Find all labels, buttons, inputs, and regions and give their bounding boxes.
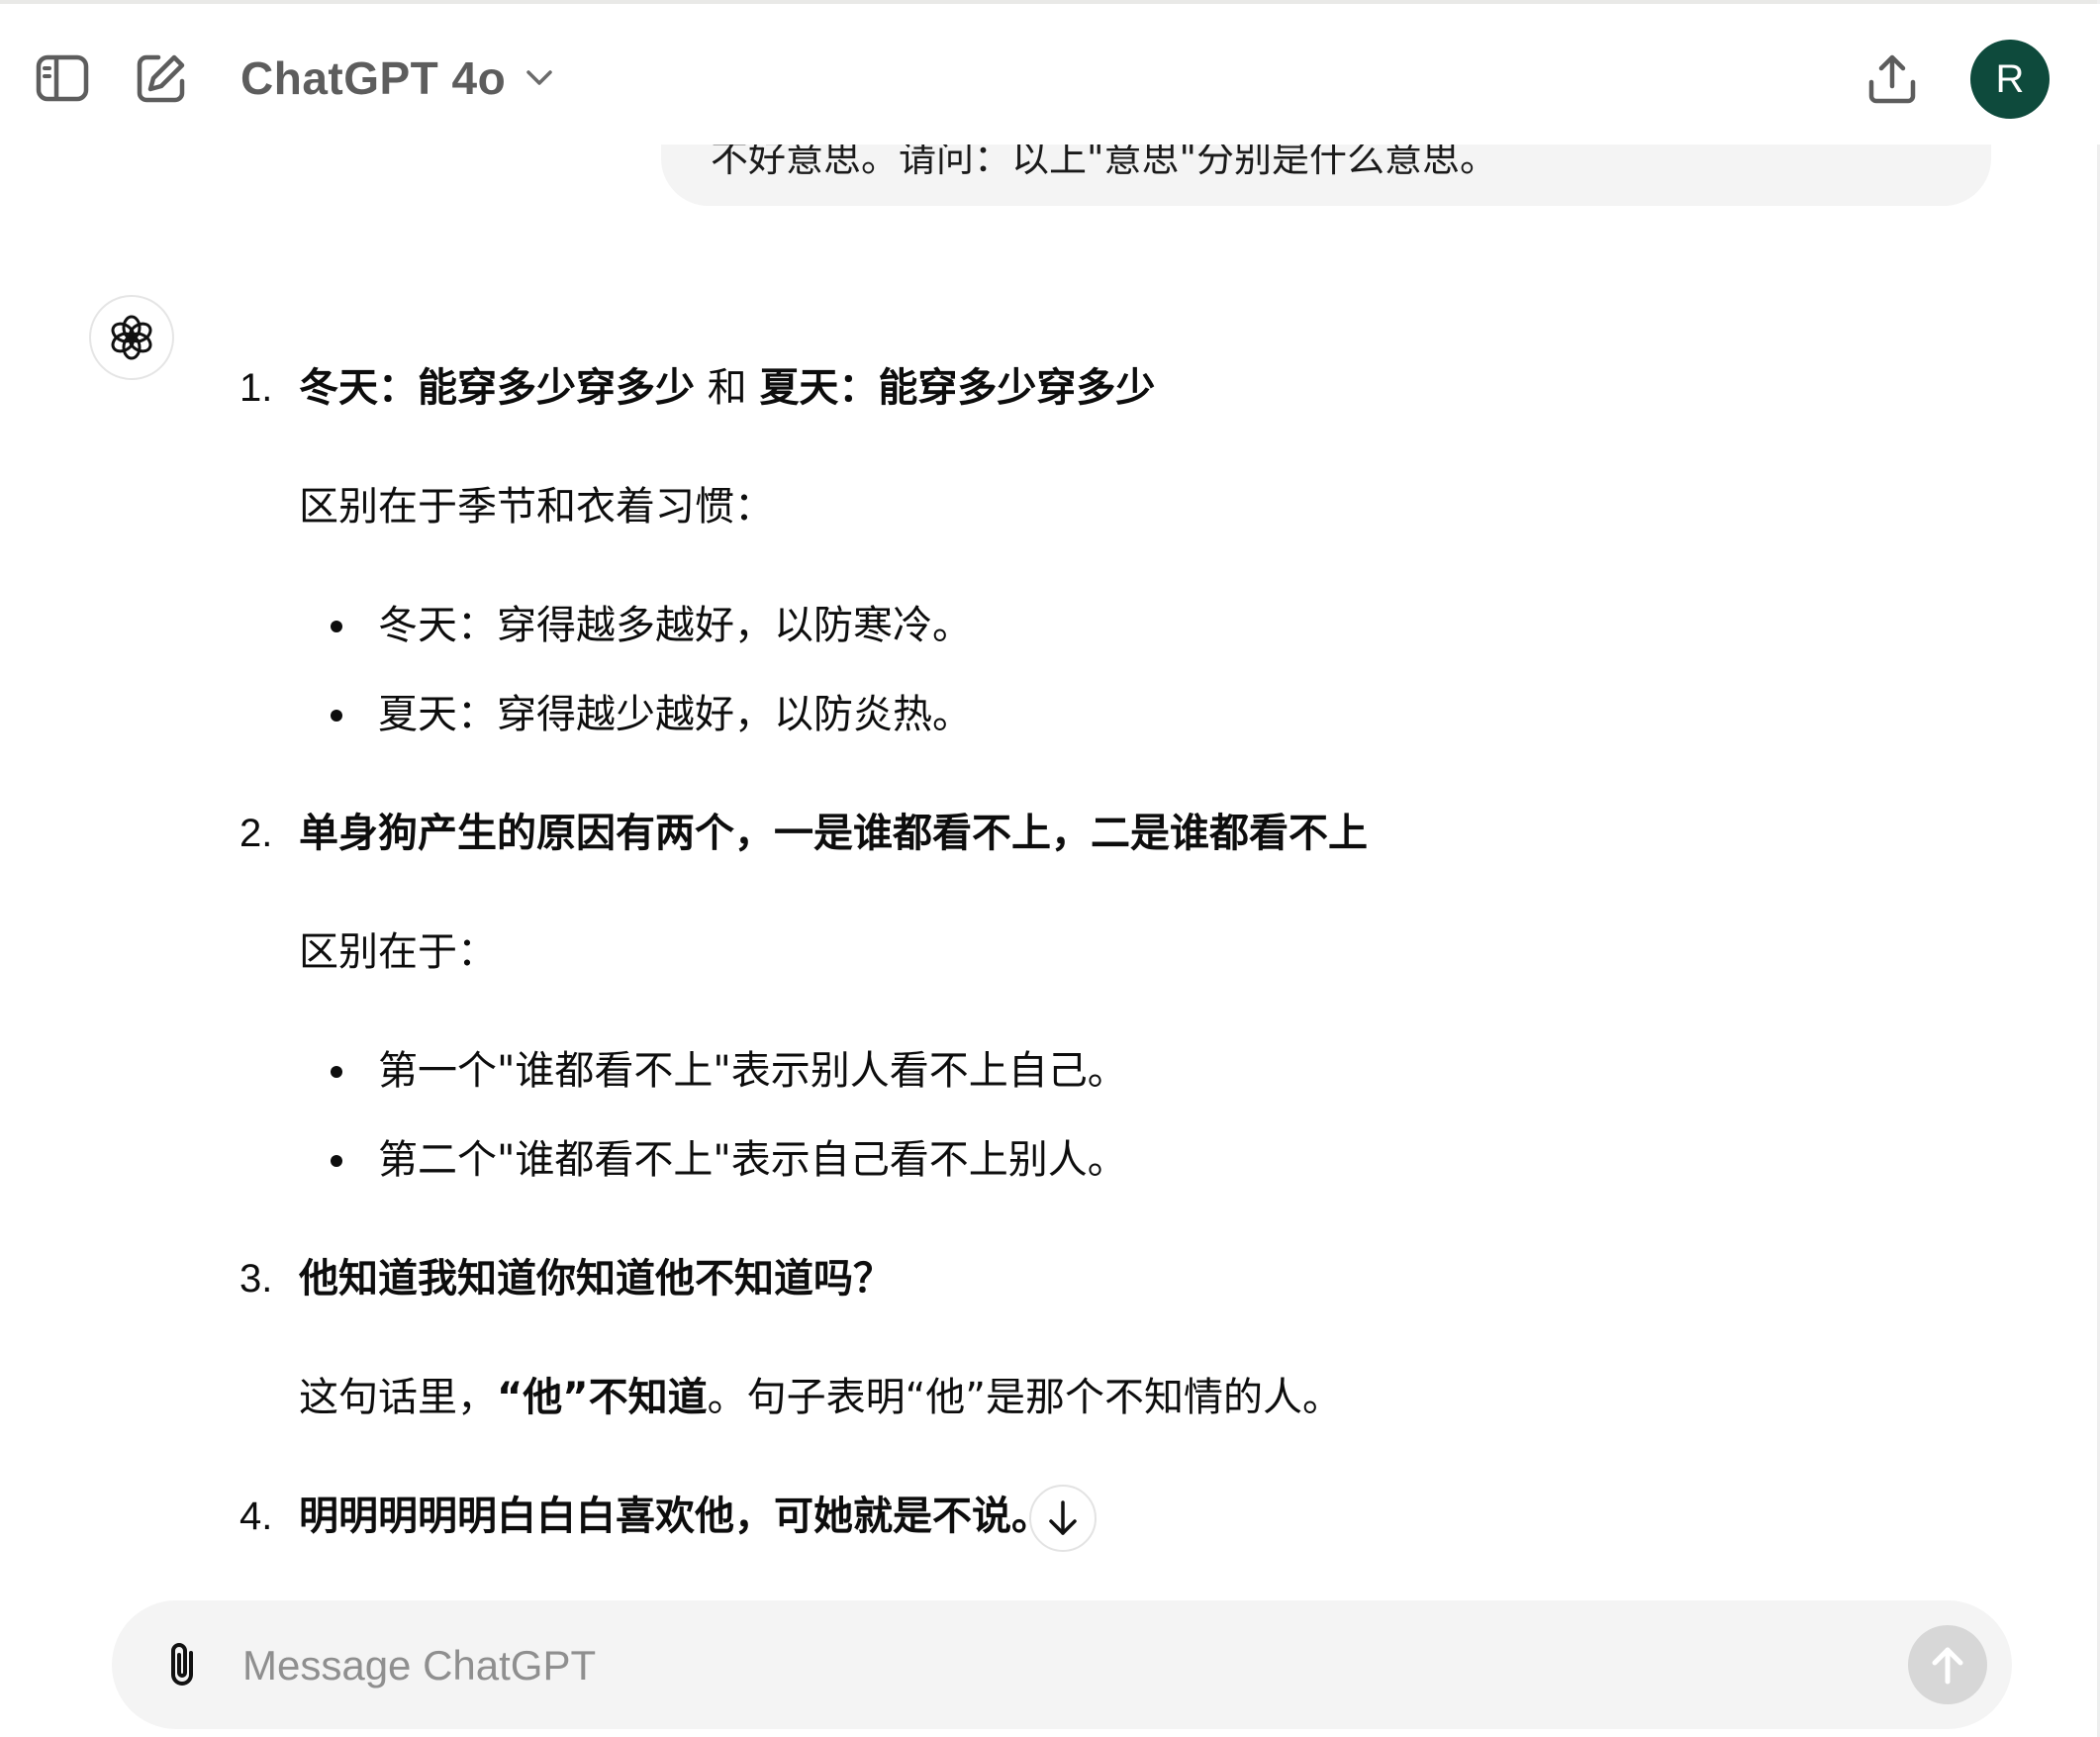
bullet-text: 第一个"谁都看不上"表示别人看不上自己。 — [378, 1048, 1127, 1094]
avatar-letter: R — [1995, 56, 2025, 101]
bullet-dot — [331, 621, 342, 632]
title-part-connector: 和 — [695, 365, 760, 411]
list-item-intro: 区别在于季节和衣着习惯： — [299, 484, 774, 530]
scroll-to-bottom-button[interactable] — [1029, 1485, 1097, 1552]
arrow-down-icon — [1049, 1500, 1077, 1535]
share-button[interactable] — [1861, 48, 1924, 111]
title-part-bold: 冬天：能穿多少穿多少 — [299, 365, 695, 411]
message-input[interactable] — [240, 1630, 1877, 1701]
send-button[interactable] — [1908, 1625, 1987, 1704]
bullet-dot — [331, 1155, 342, 1167]
bullet-text: 夏天：穿得越少越好，以防炎热。 — [378, 692, 972, 737]
sidebar-toggle-button[interactable] — [32, 48, 93, 109]
openai-logo-icon — [111, 315, 152, 360]
list-item-title: 冬天：能穿多少穿多少 和 夏天：能穿多少穿多少 — [299, 362, 1155, 414]
top-bar: ChatGPT 4o R — [0, 4, 2100, 145]
assistant-avatar — [89, 295, 174, 380]
arrow-up-icon — [1932, 1647, 1963, 1685]
model-name: ChatGPT 4o — [240, 52, 507, 104]
model-selector[interactable]: ChatGPT 4o — [240, 48, 553, 109]
list-item-title: 明明明明明白白白喜欢他，可她就是不说。 — [299, 1494, 1051, 1539]
share-upload-icon — [1868, 54, 1916, 104]
paperclip-icon — [171, 1643, 193, 1686]
title-part-bold: 夏天：能穿多少穿多少 — [759, 365, 1156, 411]
list-item-intro: 区别在于： — [299, 929, 497, 975]
attach-button[interactable] — [151, 1633, 215, 1696]
list-item-title: 单身狗产生的原因有两个，一是谁都看不上，二是谁都看不上 — [299, 811, 1368, 856]
list-number: 3. — [239, 1257, 273, 1301]
bullet-text: 冬天：穿得越多越好，以防寒冷。 — [378, 603, 972, 648]
new-chat-button[interactable] — [131, 48, 192, 109]
list-number: 1. — [239, 366, 273, 410]
body-part: 。句子表明“他”是那个不知情的人。 — [707, 1375, 1343, 1420]
list-item-body: 这句话里，“他”不知道。句子表明“他”是那个不知情的人。 — [299, 1372, 1342, 1423]
message-composer — [112, 1600, 2012, 1729]
list-number: 4. — [239, 1495, 273, 1538]
list-number: 2. — [239, 812, 273, 855]
edit-icon — [137, 54, 185, 103]
user-avatar[interactable]: R — [1970, 40, 2050, 119]
body-part-bold: “他”不知道 — [497, 1375, 708, 1420]
bullet-text: 第二个"谁都看不上"表示自己看不上别人。 — [378, 1137, 1127, 1183]
body-part: 这句话里， — [299, 1375, 497, 1420]
list-item-title: 他知道我知道你知道他不知道吗？ — [299, 1256, 893, 1302]
bullet-dot — [331, 1066, 342, 1078]
chevron-down-icon — [526, 70, 552, 85]
sidebar-toggle-icon — [36, 54, 89, 102]
bullet-dot — [331, 710, 342, 722]
